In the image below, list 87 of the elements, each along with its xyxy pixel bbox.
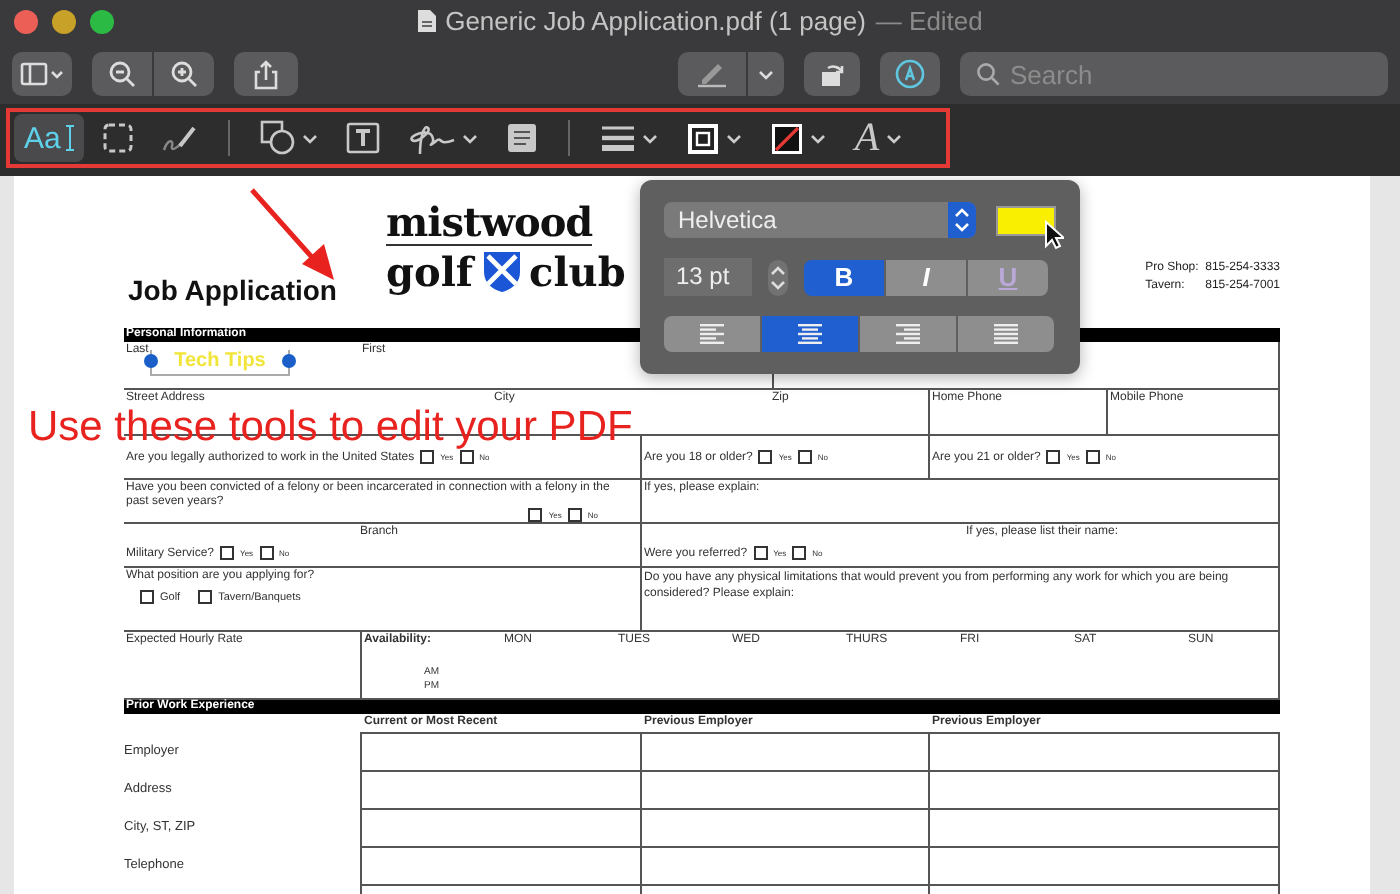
answer-box[interactable] [360,732,640,770]
checkbox[interactable] [140,590,154,604]
chevron-icon [726,133,743,143]
document-icon [417,10,436,32]
shield-icon [481,250,522,294]
checkbox[interactable] [758,450,773,464]
checkbox[interactable] [259,546,274,560]
color-swatch[interactable] [996,205,1056,235]
checkbox[interactable] [797,450,812,464]
align-center-icon [798,323,822,345]
markup-icon [894,58,926,90]
font-dropdown[interactable]: Helvetica [664,202,977,238]
share-button[interactable] [234,52,298,96]
size-stepper[interactable] [768,259,788,295]
zoom-in-button[interactable] [154,52,214,96]
align-right-button[interactable] [860,316,956,352]
lines-icon [600,124,637,152]
chevron-icon [462,133,479,143]
align-left-icon [700,323,724,345]
answer-box[interactable] [640,770,928,808]
answer-box[interactable] [640,808,928,846]
sidebar-icon [20,62,64,86]
highlight-menu-button[interactable] [748,52,784,96]
rotate-icon [818,60,846,88]
text-style-tool[interactable]: A [844,114,912,162]
search-icon [976,62,1000,86]
border-color-icon [686,121,721,155]
answer-box[interactable] [928,732,1280,770]
zoom-out-button[interactable] [92,52,152,96]
checkbox[interactable] [220,546,235,560]
pen-squiggle-icon [162,122,199,154]
size-field[interactable]: 13 pt [664,258,752,296]
checkbox[interactable] [198,590,213,604]
shapes-icon [260,120,297,156]
answer-box[interactable] [928,846,1280,884]
answer-box[interactable] [640,732,928,770]
chevron-icon [885,133,902,143]
answer-box[interactable] [360,770,640,808]
window-title: Generic Job Application.pdf (1 page) [445,6,866,36]
logo-text: golf [386,246,474,298]
pointer-icon [1044,220,1064,250]
checkbox[interactable] [567,508,582,522]
signature-icon [408,120,457,156]
logo-text: club [529,246,626,298]
zoom-out-icon [108,60,136,88]
zoom-in-icon [170,60,198,88]
answer-box[interactable] [928,770,1280,808]
minimize-button[interactable] [52,10,76,34]
align-center-button[interactable] [762,316,858,352]
chevrons-icon [948,202,977,238]
text-box-icon [346,122,381,154]
answer-box[interactable] [640,846,928,884]
note-icon [506,122,539,154]
checkbox[interactable] [1085,450,1100,464]
checkbox[interactable] [528,508,543,522]
pen-icon [696,60,728,88]
edited-status: — Edited [875,6,983,36]
font-style-button[interactable]: B [804,259,884,295]
font-style-button[interactable]: I [886,259,966,295]
logo-text: mistwood [386,200,593,246]
align-justify-button[interactable] [958,316,1054,352]
zoom-button[interactable] [90,10,114,34]
chevron-icon [642,133,659,143]
checkbox[interactable] [753,546,768,560]
chevron-icon [302,133,319,143]
answer-box[interactable] [928,808,1280,846]
align-justify-icon [994,323,1018,345]
checkbox[interactable] [1046,450,1061,464]
close-button[interactable] [14,10,38,34]
share-icon [254,59,278,89]
align-left-button[interactable] [664,316,760,352]
text-selection-tool[interactable]: Aa [14,114,85,162]
checkbox[interactable] [792,546,807,560]
checkbox[interactable] [459,450,474,464]
align-right-icon [896,323,920,345]
answer-box[interactable] [360,846,640,884]
answer-box[interactable] [360,808,640,846]
text-cursor-icon [66,124,75,152]
dashed-square-icon [102,122,135,154]
fill-color-icon [770,121,805,155]
chevron-icon [810,133,827,143]
markup-button[interactable] [880,52,940,96]
chevron-icon [758,69,774,79]
form-title: Job Application [128,274,339,310]
rotate-button[interactable] [804,52,860,96]
checkbox[interactable] [420,450,435,464]
sidebar-button[interactable] [12,52,72,96]
